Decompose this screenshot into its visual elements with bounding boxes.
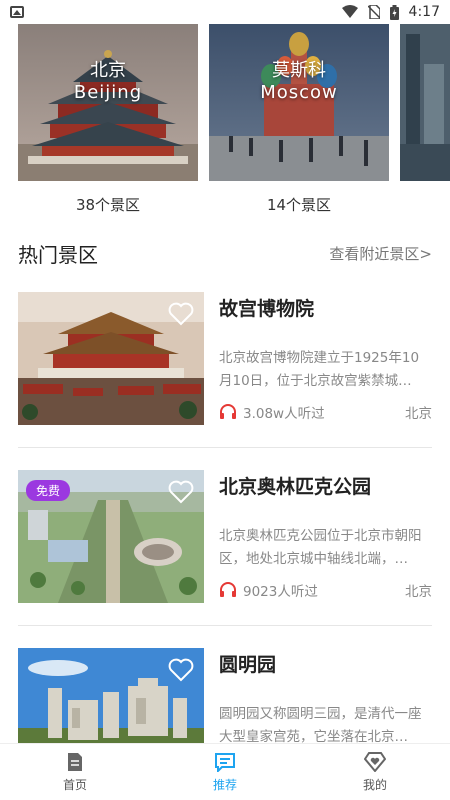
tab-label: 我的 bbox=[362, 777, 387, 792]
wifi-icon bbox=[341, 5, 358, 18]
attraction-city: 北京 bbox=[405, 584, 432, 600]
attraction-image: 免费 bbox=[18, 470, 204, 603]
no-sim-icon bbox=[367, 5, 380, 19]
tab-mine[interactable]: 我的 bbox=[300, 744, 450, 800]
attraction-description: 北京故宫博物院建立于1925年10月10日，位于北京故宫紫禁城… bbox=[219, 350, 420, 389]
city-card-partial[interactable] bbox=[400, 24, 450, 181]
attraction-description: 北京奥林匹克公园位于北京市朝阳区，地处北京城中轴线北端，… bbox=[219, 528, 422, 567]
city-image-beijing: 北京 Beijing bbox=[18, 24, 198, 181]
city-name-cn: 莫斯科 bbox=[272, 60, 326, 81]
list-item[interactable]: 免费 北京奥林匹克公园 北京奥林匹克公园位于北京市朝阳区，地处北京城中轴线北端，… bbox=[18, 470, 432, 648]
attraction-image bbox=[18, 292, 204, 425]
tab-recommend[interactable]: 推荐 bbox=[150, 744, 300, 800]
divider bbox=[18, 447, 432, 448]
favorite-heart-icon[interactable] bbox=[168, 302, 194, 326]
divider bbox=[18, 625, 432, 626]
document-icon bbox=[68, 752, 82, 771]
free-badge: 免费 bbox=[26, 480, 71, 501]
city-carousel[interactable]: 北京 Beijing 38个景区 莫斯科 Moscow 14个景区 bbox=[0, 24, 450, 224]
city-attraction-count: 38个景区 bbox=[75, 196, 141, 214]
tab-home[interactable]: 首页 bbox=[0, 744, 150, 800]
list-item[interactable]: 故宫博物院 北京故宫博物院建立于1925年10月10日，位于北京故宫紫禁城… 3… bbox=[18, 292, 432, 470]
bottom-nav: 首页 推荐 我的 bbox=[0, 743, 450, 800]
gallery-icon bbox=[10, 6, 24, 18]
tab-label: 首页 bbox=[62, 777, 87, 792]
city-name-en: Beijing bbox=[73, 82, 143, 103]
status-bar: 4:17 bbox=[0, 0, 450, 24]
attraction-city: 北京 bbox=[405, 406, 432, 422]
listen-count: 9023人听过 bbox=[243, 584, 318, 600]
tab-label: 推荐 bbox=[212, 777, 237, 792]
clock: 4:17 bbox=[408, 4, 440, 20]
hot-attractions-header: 热门景区 查看附近景区> bbox=[18, 238, 432, 268]
favorite-heart-icon[interactable] bbox=[168, 658, 194, 682]
attraction-title: 故宫博物院 bbox=[219, 298, 315, 320]
headphones-icon bbox=[220, 582, 236, 597]
attraction-meta: 9023人听过 北京 bbox=[219, 580, 432, 600]
city-image-moscow: 莫斯科 Moscow bbox=[209, 24, 389, 181]
city-name-cn: 北京 bbox=[90, 60, 126, 81]
city-card-moscow[interactable]: 莫斯科 Moscow 14个景区 bbox=[209, 24, 389, 215]
section-title: 热门景区 bbox=[18, 242, 98, 267]
attraction-title: 北京奥林匹克公园 bbox=[219, 476, 372, 498]
city-image-partial bbox=[400, 24, 450, 181]
city-card-beijing[interactable]: 北京 Beijing 38个景区 bbox=[18, 24, 198, 215]
city-attraction-count: 14个景区 bbox=[266, 196, 332, 214]
diamond-heart-icon bbox=[364, 751, 386, 772]
city-name-en: Moscow bbox=[260, 82, 338, 103]
battery-icon bbox=[389, 4, 399, 20]
recommend-icon bbox=[215, 752, 235, 772]
attraction-meta: 3.08w人听过 北京 bbox=[219, 402, 432, 422]
nearby-attractions-link[interactable]: 查看附近景区> bbox=[329, 243, 432, 264]
listen-count: 3.08w人听过 bbox=[243, 406, 325, 422]
headphones-icon bbox=[220, 404, 236, 419]
attraction-title: 圆明园 bbox=[219, 654, 277, 676]
favorite-heart-icon[interactable] bbox=[168, 480, 194, 504]
